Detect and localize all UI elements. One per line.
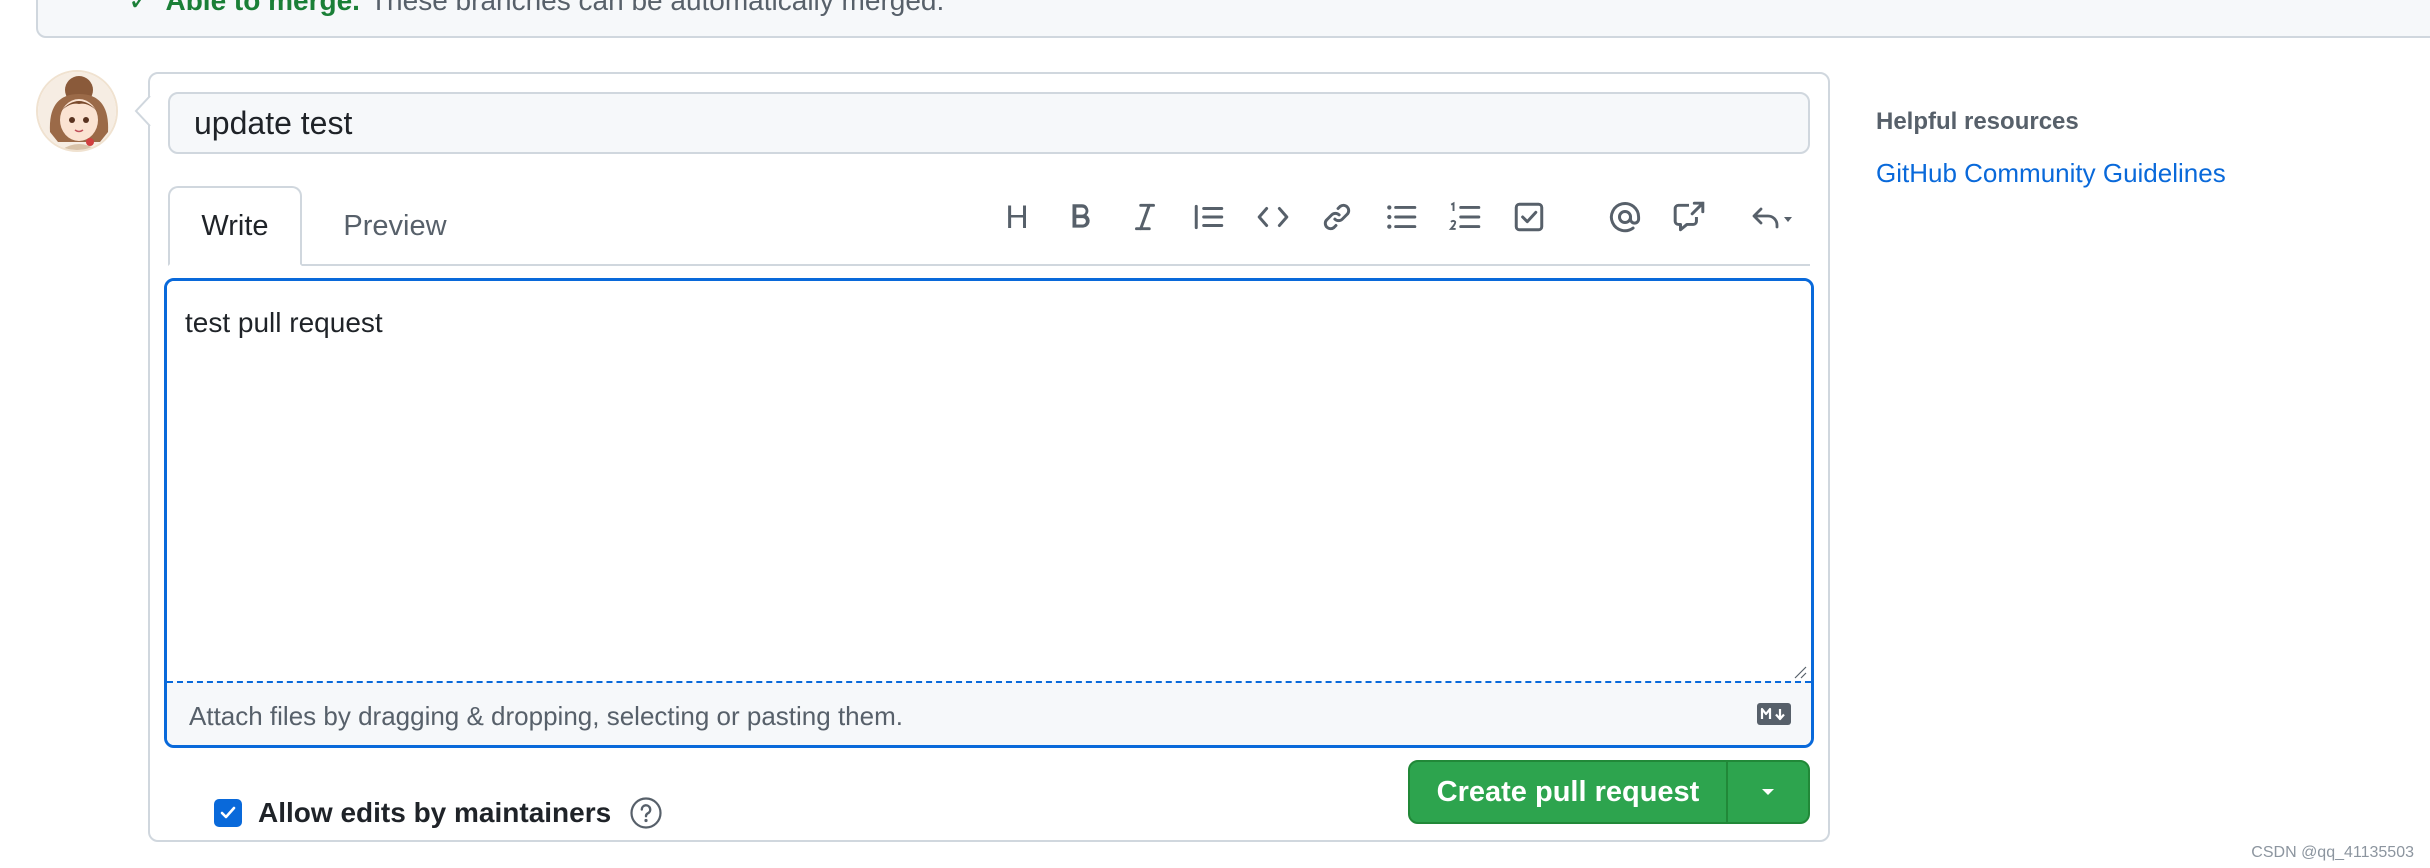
watermark: CSDN @qq_41135503: [2251, 844, 2414, 861]
check-icon: ✓: [128, 0, 152, 16]
attach-files-text: Attach files by dragging & dropping, sel…: [189, 701, 903, 731]
italic-icon[interactable]: [1122, 194, 1168, 240]
unordered-list-icon[interactable]: [1378, 194, 1424, 240]
ordered-list-icon[interactable]: [1442, 194, 1488, 240]
merge-status-text: ✓ Able to merge. These branches can be aut…: [128, 0, 944, 15]
helpful-resources-heading: Helpful resources: [1876, 108, 2079, 135]
avatar[interactable]: [36, 70, 118, 152]
allow-edits-label[interactable]: Allow edits by maintainers: [258, 797, 611, 829]
community-guidelines-link[interactable]: GitHub Community Guidelines: [1876, 158, 2226, 189]
resize-grip-icon[interactable]: [1791, 663, 1807, 679]
avatar-image: [38, 72, 116, 150]
create-options-dropdown[interactable]: [1726, 760, 1810, 824]
quote-icon[interactable]: [1186, 194, 1232, 240]
checkmark-icon: [220, 806, 236, 819]
code-icon[interactable]: [1250, 194, 1296, 240]
bold-icon[interactable]: [1058, 194, 1104, 240]
composer-caret: [134, 96, 151, 126]
saved-replies-icon[interactable]: [1742, 194, 1806, 240]
allow-edits-row: Allow edits by maintainers: [214, 796, 663, 830]
merge-status-message: These branches can be automatically merg…: [369, 0, 945, 16]
task-list-icon[interactable]: [1506, 194, 1552, 240]
tab-write[interactable]: Write: [168, 186, 302, 266]
merge-status-label: Able to merge.: [165, 0, 360, 16]
allow-edits-checkbox[interactable]: [214, 799, 242, 827]
tab-preview[interactable]: Preview: [322, 186, 468, 266]
heading-glyph: H: [1005, 199, 1029, 235]
markdown-icon[interactable]: [1757, 703, 1791, 725]
title-input[interactable]: [168, 92, 1810, 154]
attach-files-bar[interactable]: Attach files by dragging & dropping, sel…: [167, 681, 1811, 745]
caret-down-icon: [1762, 789, 1774, 795]
create-pull-request-button[interactable]: Create pull request: [1408, 760, 1728, 824]
question-icon[interactable]: [629, 796, 663, 830]
comment-body-box: test pull request Attach files by draggi…: [164, 278, 1814, 748]
reference-icon[interactable]: [1666, 194, 1712, 240]
heading-icon[interactable]: H: [994, 194, 1040, 240]
mention-icon[interactable]: [1602, 194, 1648, 240]
link-icon[interactable]: [1314, 194, 1360, 240]
comment-body-textarea[interactable]: test pull request: [167, 281, 1811, 681]
